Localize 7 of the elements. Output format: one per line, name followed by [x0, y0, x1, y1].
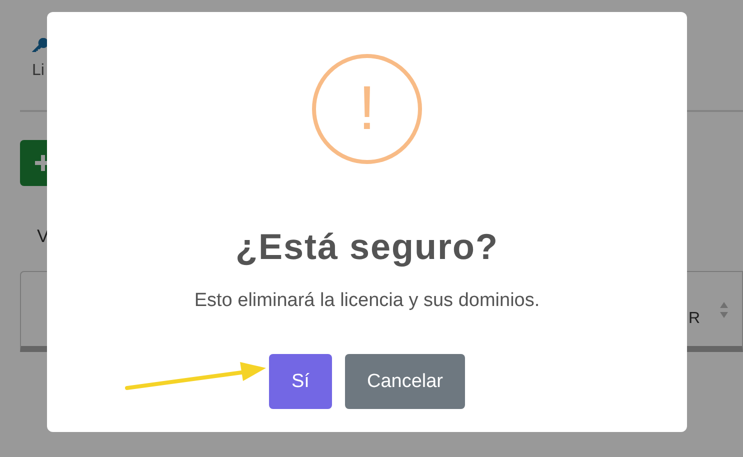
dialog-message: Esto eliminará la licencia y sus dominios. — [194, 290, 540, 312]
column-heading[interactable]: R — [688, 310, 700, 328]
dialog-title: ¿Está seguro? — [235, 226, 499, 268]
key-icon — [32, 38, 48, 52]
confirm-button[interactable]: Sí — [268, 354, 332, 409]
warning-icon: ! — [312, 54, 422, 164]
cancel-button[interactable]: Cancelar — [344, 354, 466, 409]
